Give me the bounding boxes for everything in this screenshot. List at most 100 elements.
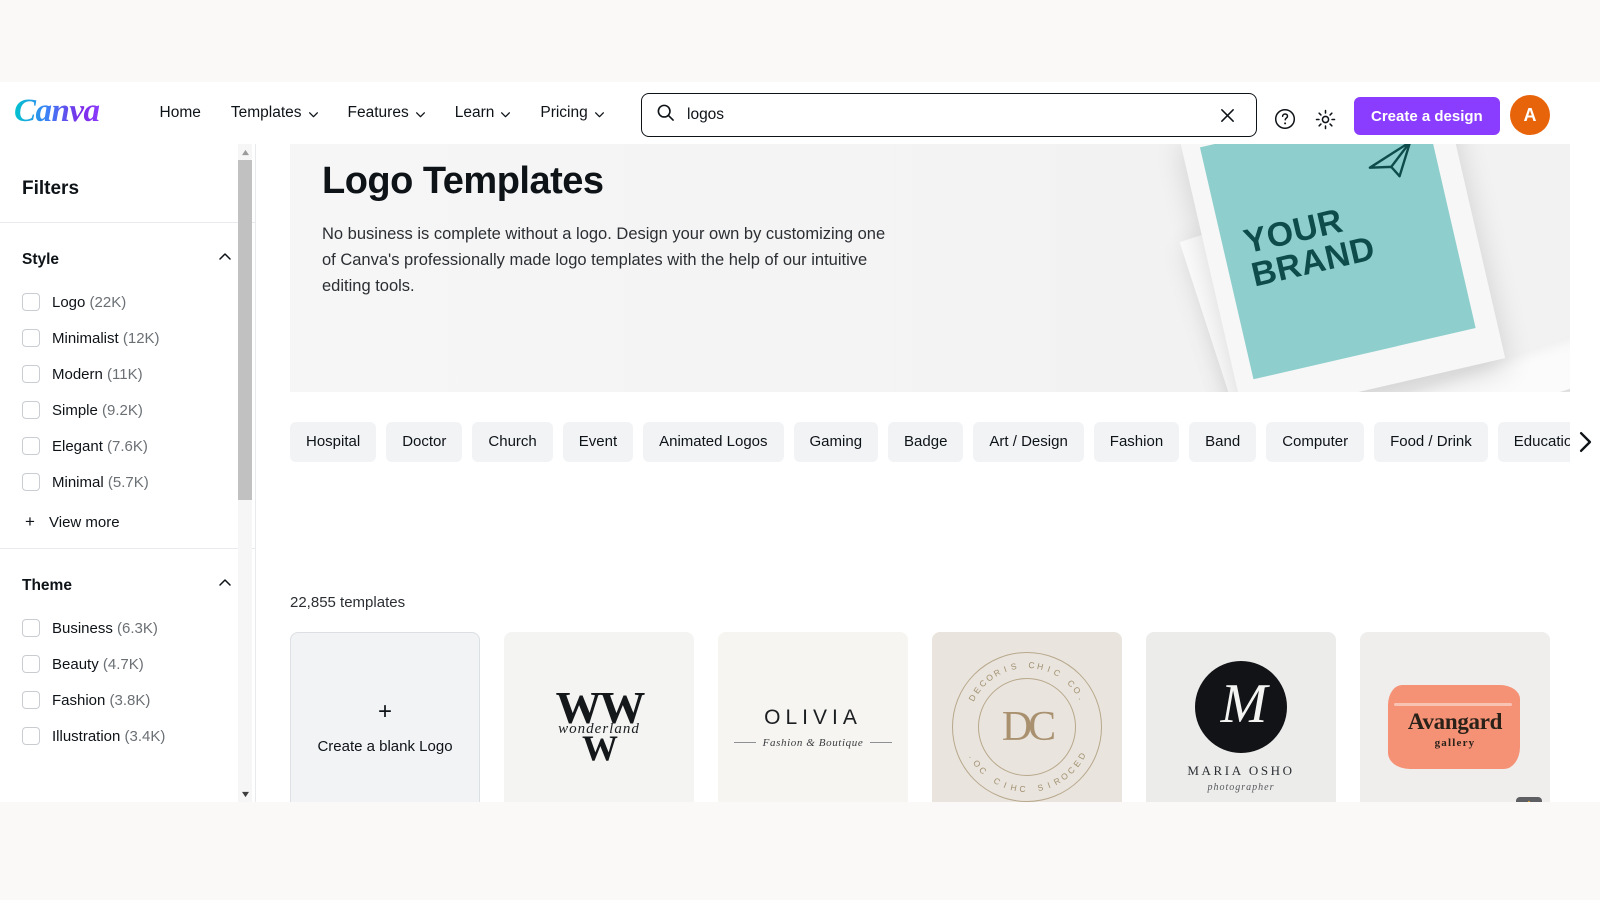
monogram-circle: M <box>1194 661 1287 753</box>
filters-title: Filters <box>22 178 80 199</box>
nav-item-label: Home <box>159 103 201 121</box>
chips-next-arrow-icon[interactable] <box>1570 426 1600 458</box>
monogram: M <box>1220 673 1268 735</box>
chip-church[interactable]: Church <box>472 422 553 462</box>
paper-plane-icon <box>1362 144 1423 193</box>
logo-line-1: W W <box>555 681 646 733</box>
crown-icon <box>1522 797 1536 802</box>
filter-option-beauty[interactable]: Beauty (4.7K) <box>22 646 233 682</box>
filter-option-label: Elegant (7.6K) <box>52 437 148 455</box>
chevron-down-icon <box>500 109 511 119</box>
chip-art-design[interactable]: Art / Design <box>973 422 1084 462</box>
checkbox[interactable] <box>22 727 40 745</box>
checkbox[interactable] <box>22 293 40 311</box>
filter-option-minimalist[interactable]: Minimalist (12K) <box>22 320 233 356</box>
view-more-button[interactable]: + View more <box>22 500 233 534</box>
chip-gaming[interactable]: Gaming <box>793 422 879 462</box>
template-card-wonderland[interactable]: W W wonderland W <box>504 632 694 802</box>
chip-doctor[interactable]: Doctor <box>386 422 463 462</box>
filter-option-label: Illustration (3.4K) <box>52 727 166 745</box>
filter-section-style-header[interactable]: Style <box>22 249 233 270</box>
checkbox[interactable] <box>22 437 40 455</box>
chip-fashion[interactable]: Fashion <box>1093 422 1180 462</box>
nav-item-features[interactable]: Features <box>336 96 437 130</box>
search-bar[interactable] <box>641 93 1257 137</box>
hero-artwork: YOUR BRAND <box>1150 144 1570 392</box>
template-card-decoris[interactable]: DECORISCHICCO.DECORISCHICCO. DC <box>932 632 1122 802</box>
view-more-label: View more <box>49 513 120 531</box>
chevron-down-icon <box>415 109 425 119</box>
filter-option-label: Business (6.3K) <box>52 619 158 637</box>
filter-option-label: Beauty (4.7K) <box>52 655 144 673</box>
checkbox[interactable] <box>22 691 40 709</box>
gear-icon[interactable] <box>1308 102 1342 136</box>
filter-option-illustration[interactable]: Illustration (3.4K) <box>22 718 233 754</box>
main-nav: Home Templates Features Learn Pricing <box>148 96 616 130</box>
logo-subtitle: Fashion & Boutique <box>734 737 893 749</box>
chip-food-drink[interactable]: Food / Drink <box>1374 422 1488 462</box>
nav-item-learn[interactable]: Learn <box>443 96 523 130</box>
logo-artwork: OLIVIA Fashion & Boutique <box>734 706 893 749</box>
user-avatar[interactable]: A <box>1510 95 1550 135</box>
create-a-design-button[interactable]: Create a design <box>1354 97 1500 135</box>
filter-option-fashion[interactable]: Fashion (3.8K) <box>22 682 233 718</box>
checkbox[interactable] <box>22 365 40 383</box>
hero-banner: Logo Templates No business is complete w… <box>290 144 1570 392</box>
chip-computer[interactable]: Computer <box>1266 422 1365 462</box>
checkbox[interactable] <box>22 329 40 347</box>
chip-band[interactable]: Band <box>1189 422 1257 462</box>
checkbox[interactable] <box>22 619 40 637</box>
template-card-maria-osho[interactable]: M MARIA OSHO photographer <box>1146 632 1336 802</box>
filter-option-label: Minimalist (12K) <box>52 329 160 347</box>
scroll-up-arrow-icon[interactable] <box>238 144 252 160</box>
filter-option-modern[interactable]: Modern (11K) <box>22 356 233 392</box>
help-circle-icon[interactable] <box>1268 102 1302 136</box>
filter-section-label: Style <box>22 250 60 268</box>
nav-item-label: Pricing <box>540 103 588 121</box>
filter-option-simple[interactable]: Simple (9.2K) <box>22 392 233 428</box>
nav-item-templates[interactable]: Templates <box>219 96 330 130</box>
logo-artwork: W W wonderland W <box>555 681 646 766</box>
nav-item-home[interactable]: Home <box>148 96 213 130</box>
sidebar-scrollbar-thumb[interactable] <box>238 160 252 500</box>
nav-item-pricing[interactable]: Pricing <box>528 96 615 130</box>
chip-event[interactable]: Event <box>562 422 634 462</box>
filter-section-label: Theme <box>22 576 72 594</box>
filter-section-style: Style Logo (22K) Minimalist (12K) Modern… <box>22 223 233 548</box>
filter-option-minimal[interactable]: Minimal (5.7K) <box>22 464 233 500</box>
results-count: 22,855 templates <box>290 594 406 611</box>
scroll-down-arrow-icon[interactable] <box>238 786 252 802</box>
logo-name: Avangard <box>1407 709 1503 734</box>
page-title: Logo Templates <box>322 160 604 202</box>
logo-name: OLIVIA <box>764 705 862 729</box>
filter-option-label: Logo (22K) <box>52 293 127 311</box>
filter-option-label: Simple (9.2K) <box>52 401 143 419</box>
filter-option-logo[interactable]: Logo (22K) <box>22 284 233 320</box>
template-card-avangard[interactable]: Avangard gallery <box>1360 632 1550 802</box>
canva-logo[interactable]: Canva <box>14 94 100 131</box>
template-card-create-blank[interactable]: + Create a blank Logo <box>290 632 480 802</box>
pro-badge <box>1516 797 1542 802</box>
filter-section-theme-header[interactable]: Theme <box>22 575 233 596</box>
filter-option-elegant[interactable]: Elegant (7.6K) <box>22 428 233 464</box>
template-grid: + Create a blank Logo W W wonderland W O… <box>290 632 1580 802</box>
checkbox[interactable] <box>22 473 40 491</box>
clear-search-icon[interactable] <box>1210 98 1244 132</box>
main-content: Logo Templates No business is complete w… <box>256 144 1600 802</box>
search-input[interactable] <box>687 106 1210 124</box>
search-icon <box>656 103 675 127</box>
chip-badge[interactable]: Badge <box>888 422 964 462</box>
filter-option-business[interactable]: Business (6.3K) <box>22 610 233 646</box>
chip-animated-logos[interactable]: Animated Logos <box>643 422 784 462</box>
chip-education[interactable]: Education <box>1497 422 1570 462</box>
checkbox[interactable] <box>22 655 40 673</box>
filter-option-label: Modern (11K) <box>52 365 143 383</box>
logo-artwork: M MARIA OSHO photographer <box>1187 661 1294 793</box>
filters-sidebar: Filters Style Logo (22K) Minimalist (12K… <box>0 144 256 802</box>
checkbox[interactable] <box>22 401 40 419</box>
filter-section-theme: Theme Business (6.3K) Beauty (4.7K) Fash… <box>22 549 233 768</box>
chip-hospital[interactable]: Hospital <box>290 422 377 462</box>
filter-option-label: Minimal (5.7K) <box>52 473 149 491</box>
monogram: DC <box>1001 704 1056 750</box>
template-card-olivia[interactable]: OLIVIA Fashion & Boutique <box>718 632 908 802</box>
